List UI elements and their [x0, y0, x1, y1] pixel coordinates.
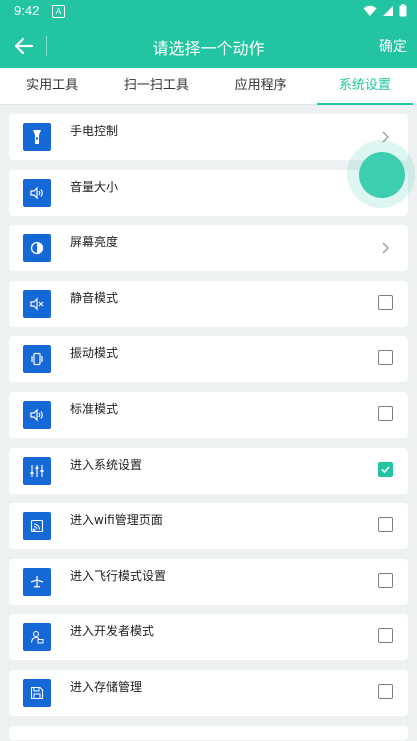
brightness-icon: [23, 234, 51, 263]
list-item-label: 进入飞行模式设置: [70, 568, 167, 583]
list-item-wifi-management[interactable]: 进入wifi管理页面: [9, 503, 408, 550]
vibrate-icon: [23, 345, 51, 374]
cell-signal-icon: [383, 5, 393, 16]
checkbox[interactable]: [378, 405, 393, 421]
volume-icon: [23, 178, 51, 207]
tab-system-settings[interactable]: 系统设置: [313, 68, 417, 105]
wifi-icon: [23, 512, 51, 541]
floating-action-button[interactable]: [359, 152, 405, 198]
tab-scan-tools[interactable]: 扫一扫工具: [104, 68, 208, 104]
list-item-label: 振动模式: [70, 346, 119, 361]
checkmark-icon: [381, 466, 390, 473]
list-item-label: 屏幕亮度: [70, 235, 119, 250]
list-item-label: 音量大小: [70, 179, 119, 194]
chevron-right-icon: [382, 242, 389, 254]
checkbox-checked[interactable]: [378, 461, 393, 477]
checkbox[interactable]: [378, 628, 393, 644]
settings-sliders-icon: [23, 456, 51, 485]
list-item-label: 进入开发者模式: [70, 624, 155, 639]
list-item-label: 进入系统设置: [70, 457, 143, 472]
list-item-label: 手电控制: [70, 124, 119, 138]
flashlight-icon: [23, 123, 51, 151]
wifi-signal-icon: [363, 5, 377, 16]
list-item-label: 进入wifi管理页面: [70, 513, 163, 528]
app-bar: 请选择一个动作 确定: [0, 24, 417, 68]
list-item-airplane-mode[interactable]: 进入飞行模式设置: [9, 558, 408, 605]
tab-bar: 实用工具 扫一扫工具 应用程序 系统设置: [0, 68, 417, 105]
storage-icon: [23, 678, 51, 707]
list-item-label: 静音模式: [70, 290, 119, 305]
list-item-brightness[interactable]: 屏幕亮度: [9, 225, 408, 272]
list-item-storage-management[interactable]: 进入存储管理: [9, 669, 408, 716]
airplane-icon: [23, 567, 51, 596]
tab-apps[interactable]: 应用程序: [209, 68, 313, 104]
list-item-vibrate-mode[interactable]: 振动模式: [9, 336, 408, 383]
list-item-system-settings[interactable]: 进入系统设置: [9, 447, 408, 494]
confirm-button[interactable]: 确定: [379, 36, 407, 56]
mute-icon: [23, 289, 51, 318]
list-item-flashlight[interactable]: 手电控制: [9, 114, 408, 160]
speaker-icon: [23, 400, 51, 429]
status-time: 9:42: [14, 3, 40, 18]
checkbox[interactable]: [378, 294, 393, 310]
checkbox[interactable]: [378, 350, 393, 366]
list-item-label: 进入存储管理: [70, 679, 143, 694]
notification-icon: A: [52, 5, 65, 18]
system-icons: [363, 4, 407, 17]
developer-icon: [23, 623, 51, 652]
status-bar: 9:42 A: [0, 0, 417, 24]
checkbox[interactable]: [378, 517, 393, 533]
list-item-label: 标准模式: [70, 401, 119, 416]
list-item-partial: [9, 725, 408, 740]
list-item-standard-mode[interactable]: 标准模式: [9, 391, 408, 438]
list-item-mute-mode[interactable]: 静音模式: [9, 280, 408, 327]
list-item-developer-mode[interactable]: 进入开发者模式: [9, 614, 408, 661]
battery-icon: [399, 4, 407, 17]
tab-utilities[interactable]: 实用工具: [0, 68, 104, 104]
action-list: 手电控制 音量大小 屏幕亮度 静音模式 振动模式 标准模式 进入系统设置 进入w…: [9, 114, 408, 740]
checkbox[interactable]: [378, 683, 393, 699]
page-title: 请选择一个动作: [152, 39, 265, 58]
checkbox[interactable]: [378, 572, 393, 588]
